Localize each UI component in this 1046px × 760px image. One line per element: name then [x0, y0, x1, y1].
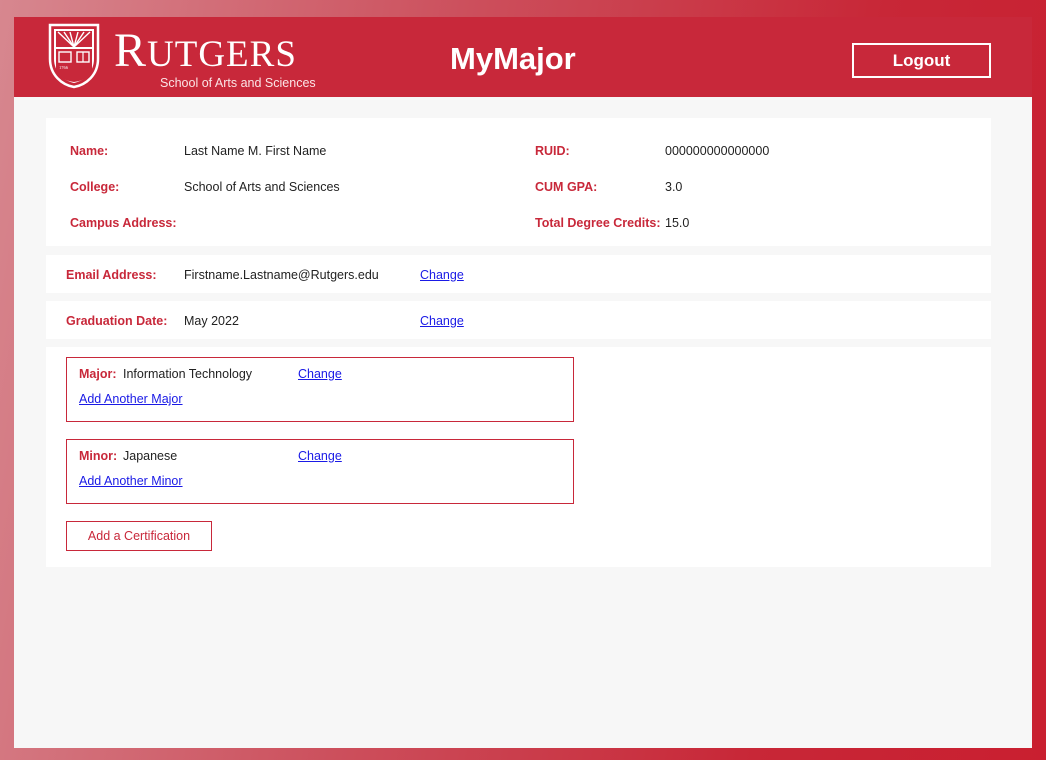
graduation-label: Graduation Date:: [66, 314, 168, 328]
email-label: Email Address:: [66, 268, 157, 282]
credits-label: Total Degree Credits:: [535, 216, 661, 230]
minor-box: Minor: Japanese Change Add Another Minor: [66, 439, 574, 504]
brand-wordmark: RUTGERS: [114, 24, 297, 77]
rutgers-shield-icon: 1766: [48, 23, 100, 89]
change-major-link[interactable]: Change: [298, 367, 342, 381]
change-email-link[interactable]: Change: [420, 268, 464, 282]
major-box: Major: Information Technology Change Add…: [66, 357, 574, 422]
credits-value: 15.0: [665, 216, 690, 230]
ruid-label: RUID:: [535, 144, 570, 158]
change-minor-link[interactable]: Change: [298, 449, 342, 463]
header-bar: 1766 RUTGERS School of Arts and Sciences…: [14, 17, 1032, 97]
graduation-card: Graduation Date: May 2022 Change: [46, 301, 991, 339]
ruid-value: 000000000000000: [665, 144, 770, 158]
app-window: 1766 RUTGERS School of Arts and Sciences…: [14, 17, 1032, 748]
programs-card: Major: Information Technology Change Add…: [46, 347, 991, 567]
graduation-value: May 2022: [184, 314, 239, 328]
change-graduation-link[interactable]: Change: [420, 314, 464, 328]
logout-button[interactable]: Logout: [852, 43, 991, 78]
name-value: Last Name M. First Name: [184, 144, 327, 158]
major-label: Major:: [79, 367, 117, 381]
add-major-link[interactable]: Add Another Major: [79, 392, 183, 406]
name-label: Name:: [70, 144, 109, 158]
gpa-value: 3.0: [665, 180, 683, 194]
minor-label: Minor:: [79, 449, 118, 463]
minor-value: Japanese: [123, 449, 178, 463]
add-certification-button[interactable]: Add a Certification: [66, 521, 212, 551]
college-label: College:: [70, 180, 120, 194]
campus-address-label: Campus Address:: [70, 216, 177, 230]
app-title: MyMajor: [450, 41, 576, 76]
add-minor-link[interactable]: Add Another Minor: [79, 474, 183, 488]
school-subtitle: School of Arts and Sciences: [160, 76, 316, 90]
gpa-label: CUM GPA:: [535, 180, 598, 194]
college-value: School of Arts and Sciences: [184, 180, 340, 194]
svg-text:1766: 1766: [59, 65, 69, 70]
email-card: Email Address: Firstname.Lastname@Rutger…: [46, 255, 991, 293]
student-info-card: Name: Last Name M. First Name College: S…: [46, 118, 991, 246]
major-value: Information Technology: [123, 367, 253, 381]
email-value: Firstname.Lastname@Rutgers.edu: [184, 268, 379, 282]
